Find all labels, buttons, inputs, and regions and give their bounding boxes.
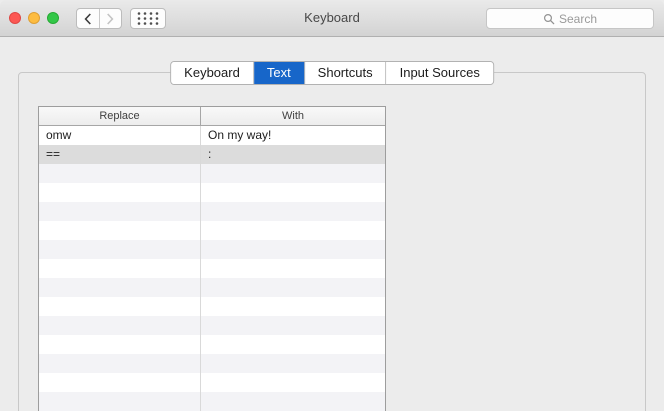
tab-bar: Keyboard Text Shortcuts Input Sources xyxy=(170,61,494,85)
table-row[interactable]: omw On my way! xyxy=(39,126,385,145)
tab-text[interactable]: Text xyxy=(253,62,305,84)
replace-cell: == xyxy=(39,145,201,164)
tab-input-sources[interactable]: Input Sources xyxy=(386,62,493,84)
table-row-empty[interactable] xyxy=(39,164,385,183)
text-replacement-table: Replace With omw On my way! == : xyxy=(38,106,386,411)
table-row-empty[interactable] xyxy=(39,259,385,278)
table-row-empty[interactable] xyxy=(39,392,385,411)
table-row-empty[interactable] xyxy=(39,297,385,316)
table-row-empty[interactable] xyxy=(39,183,385,202)
table-row-empty[interactable] xyxy=(39,202,385,221)
table-body: omw On my way! == : xyxy=(39,126,385,411)
search-placeholder: Search xyxy=(558,11,598,26)
table-row-empty[interactable] xyxy=(39,316,385,335)
column-header-with[interactable]: With xyxy=(201,107,385,125)
search-input[interactable]: Search xyxy=(486,8,654,29)
table-header: Replace With xyxy=(39,107,385,126)
with-cell: On my way! xyxy=(208,128,272,142)
keyboard-preferences-window: { "window": { "title": "Keyboard", "sear… xyxy=(0,0,664,411)
column-header-replace[interactable]: Replace xyxy=(39,107,201,125)
search-icon xyxy=(543,13,555,24)
with-cell: : xyxy=(208,147,212,161)
tab-keyboard[interactable]: Keyboard xyxy=(171,62,254,84)
table-row-empty[interactable] xyxy=(39,278,385,297)
title-bar: Keyboard Search xyxy=(0,0,664,37)
table-row-selected[interactable]: == : xyxy=(39,145,385,164)
replace-cell: omw xyxy=(39,126,201,145)
tab-shortcuts[interactable]: Shortcuts xyxy=(304,62,387,84)
table-row-empty[interactable] xyxy=(39,240,385,259)
table-row-empty[interactable] xyxy=(39,373,385,392)
table-row-empty[interactable] xyxy=(39,335,385,354)
table-row-empty[interactable] xyxy=(39,221,385,240)
table-row-empty[interactable] xyxy=(39,354,385,373)
